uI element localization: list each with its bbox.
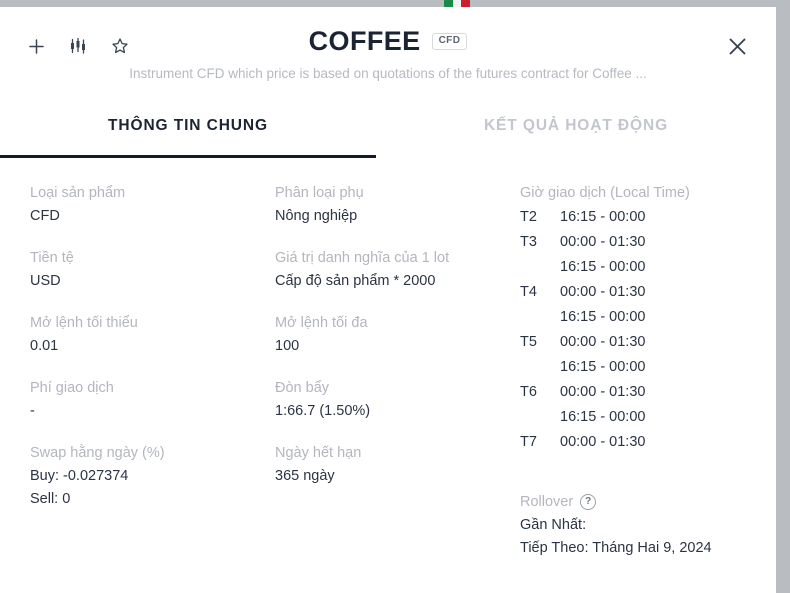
field-value: 1:66.7 (1.50%) [275,403,371,420]
modal-header: COFFEE CFD Instrument CFD which price is… [0,7,776,96]
hours-day [520,255,560,280]
table-row: T2 16:15 - 00:00 [520,205,645,230]
table-row: T3 00:00 - 01:30 [520,230,645,255]
trading-hours-body: T2 16:15 - 00:00 T3 00:00 - 01:30 16:15 … [520,205,645,454]
table-row: 16:15 - 00:00 [520,255,645,280]
details-column-left: Loại sản phẩm CFD Tiền tệ USD Mở lệnh tố… [30,182,275,559]
field-currency: Tiền tệ USD [30,247,275,293]
hours-range: 00:00 - 01:30 [560,334,646,351]
field-max-order: Mở lệnh tối đa 100 [275,312,520,358]
field-label: Rollover [520,493,574,510]
candlestick-chart-icon[interactable] [65,33,91,59]
field-label: Mở lệnh tối thiểu [30,314,138,331]
hours-range: 16:15 - 00:00 [560,259,646,276]
table-row: T6 00:00 - 01:30 [520,380,645,405]
field-subcategory: Phân loại phụ Nông nghiệp [275,182,520,228]
field-value: Nông nghiệp [275,208,358,225]
hours-range: 16:15 - 00:00 [560,359,646,376]
hours-range: 16:15 - 00:00 [560,209,646,226]
field-value: 0.01 [30,338,59,355]
field-trading-hours: Giờ giao dịch (Local Time) T2 16:15 - 00… [520,182,776,455]
title-row: COFFEE CFD [309,28,468,55]
field-label: Loại sản phẩm [30,185,126,201]
rollover-header: Rollover ? [520,491,776,513]
instrument-details-modal: COFFEE CFD Instrument CFD which price is… [0,7,776,593]
close-icon[interactable] [720,29,754,63]
hours-day: T4 [520,284,537,301]
field-label: Giá trị danh nghĩa của 1 lot [275,249,450,266]
field-label: Đòn bẩy [275,379,330,396]
hours-day: T6 [520,384,537,401]
field-trading-fee: Phí giao dịch - [30,377,275,423]
field-value: - [30,403,35,420]
table-row: T7 00:00 - 01:30 [520,430,645,455]
field-label: Giờ giao dịch (Local Time) [520,185,690,201]
hours-day: T3 [520,234,537,251]
table-row: 16:15 - 00:00 [520,405,645,430]
hours-range: 16:15 - 00:00 [560,309,646,326]
field-value: 365 ngày [275,468,335,485]
help-circle-icon[interactable]: ? [580,494,597,511]
table-row: T5 00:00 - 01:30 [520,330,645,355]
field-value: CFD [30,208,60,225]
hours-range: 00:00 - 01:30 [560,433,646,450]
star-favorite-icon[interactable] [107,33,133,59]
hours-day [520,305,560,330]
table-row: 16:15 - 00:00 [520,355,645,380]
tab-bar: THÔNG TIN CHUNG KẾT QUẢ HOẠT ĐỘNG [0,96,776,158]
rollover-next-value: Tiếp Theo: Tháng Hai 9, 2024 [520,539,712,556]
field-leverage: Đòn bẩy 1:66.7 (1.50%) [275,377,520,423]
tab-general-info[interactable]: THÔNG TIN CHUNG [0,96,376,158]
field-value: USD [30,273,61,290]
trading-hours-table: T2 16:15 - 00:00 T3 00:00 - 01:30 16:15 … [520,205,645,454]
tab-performance[interactable]: KẾT QUẢ HOẠT ĐỘNG [376,96,776,158]
field-notional-value: Giá trị danh nghĩa của 1 lot Cấp độ sản … [275,247,520,293]
instrument-details-body: Loại sản phẩm CFD Tiền tệ USD Mở lệnh tố… [0,158,776,559]
field-label: Phí giao dịch [30,379,114,396]
page-title: COFFEE [308,26,421,56]
hours-range: 00:00 - 01:30 [560,284,646,301]
hours-day: T5 [520,334,537,351]
hours-range: 16:15 - 00:00 [560,408,646,425]
table-row: 16:15 - 00:00 [520,305,645,330]
field-rollover: Rollover ? Gần Nhất: Tiếp Theo: Tháng Ha… [520,491,776,559]
flag-icon [444,0,470,7]
rollover-last-value: Gần Nhất: [520,517,587,534]
hours-day: T2 [520,209,537,226]
details-column-right: Giờ giao dịch (Local Time) T2 16:15 - 00… [520,182,776,559]
field-value-buy: Buy: -0.027374 [30,468,129,485]
hours-day [520,405,560,430]
field-product-type: Loại sản phẩm CFD [30,182,275,228]
background-right-gutter [776,0,790,593]
field-label: Tiền tệ [30,249,74,266]
instrument-description: Instrument CFD which price is based on q… [129,66,647,81]
field-label: Phân loại phụ [275,185,364,201]
field-value-sell: Sell: 0 [30,490,71,507]
hours-day: T7 [520,433,537,450]
details-column-middle: Phân loại phụ Nông nghiệp Giá trị danh n… [275,182,520,559]
header-action-group [23,33,133,59]
background-topbar [0,0,776,7]
instrument-type-badge: CFD [431,33,468,50]
field-value: 100 [275,338,300,355]
table-row: T4 00:00 - 01:30 [520,280,645,305]
hours-range: 00:00 - 01:30 [560,384,646,401]
field-min-order: Mở lệnh tối thiểu 0.01 [30,312,275,358]
field-daily-swap: Swap hằng ngày (%) Buy: -0.027374 Sell: … [30,442,275,510]
hours-day [520,355,560,380]
field-value: Cấp độ sản phẩm * 2000 [275,273,436,290]
field-label: Ngày hết hạn [275,444,362,461]
hours-range: 00:00 - 01:30 [560,234,646,251]
field-label: Mở lệnh tối đa [275,314,368,331]
field-label: Swap hằng ngày (%) [30,444,165,461]
add-icon[interactable] [23,33,49,59]
field-expiry-date: Ngày hết hạn 365 ngày [275,442,520,488]
